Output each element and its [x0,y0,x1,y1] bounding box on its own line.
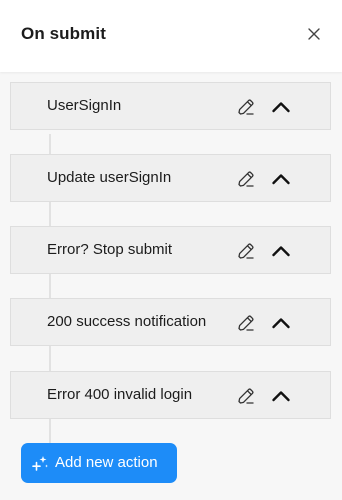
action-label: Error? Stop submit [47,241,173,258]
pencil-icon[interactable] [236,169,256,189]
pencil-icon[interactable] [236,241,256,261]
close-icon[interactable] [306,26,322,42]
chevron-up-icon[interactable] [271,314,291,332]
action-label: 200 success notification [47,313,207,330]
sparkle-icon [32,456,48,471]
panel-title: On submit [21,24,106,43]
action-label: Update userSignIn [47,169,172,186]
chevron-up-icon[interactable] [271,170,291,188]
chevron-up-icon[interactable] [271,387,291,405]
pencil-icon[interactable] [236,97,256,117]
pencil-icon[interactable] [236,386,256,406]
action-item-update-usersignin[interactable]: Update userSignIn [10,154,331,202]
add-new-action-button[interactable]: Add new action [21,443,177,483]
action-item-error-400-invalid-login[interactable]: Error 400 invalid login [10,371,331,419]
chevron-up-icon[interactable] [271,98,291,116]
chevron-up-icon[interactable] [271,242,291,260]
pencil-icon[interactable] [236,313,256,333]
action-item-usersignin[interactable]: UserSignIn [10,82,331,130]
action-label: Error 400 invalid login [47,386,193,403]
action-item-200-success-notification[interactable]: 200 success notification [10,298,331,346]
on-submit-panel: On submit UserSignIn Update userSignIn E… [0,0,342,500]
action-item-error-stop-submit[interactable]: Error? Stop submit [10,226,331,274]
add-new-action-label: Add new action [55,454,158,471]
action-label: UserSignIn [47,97,122,114]
panel-header: On submit [0,0,342,72]
